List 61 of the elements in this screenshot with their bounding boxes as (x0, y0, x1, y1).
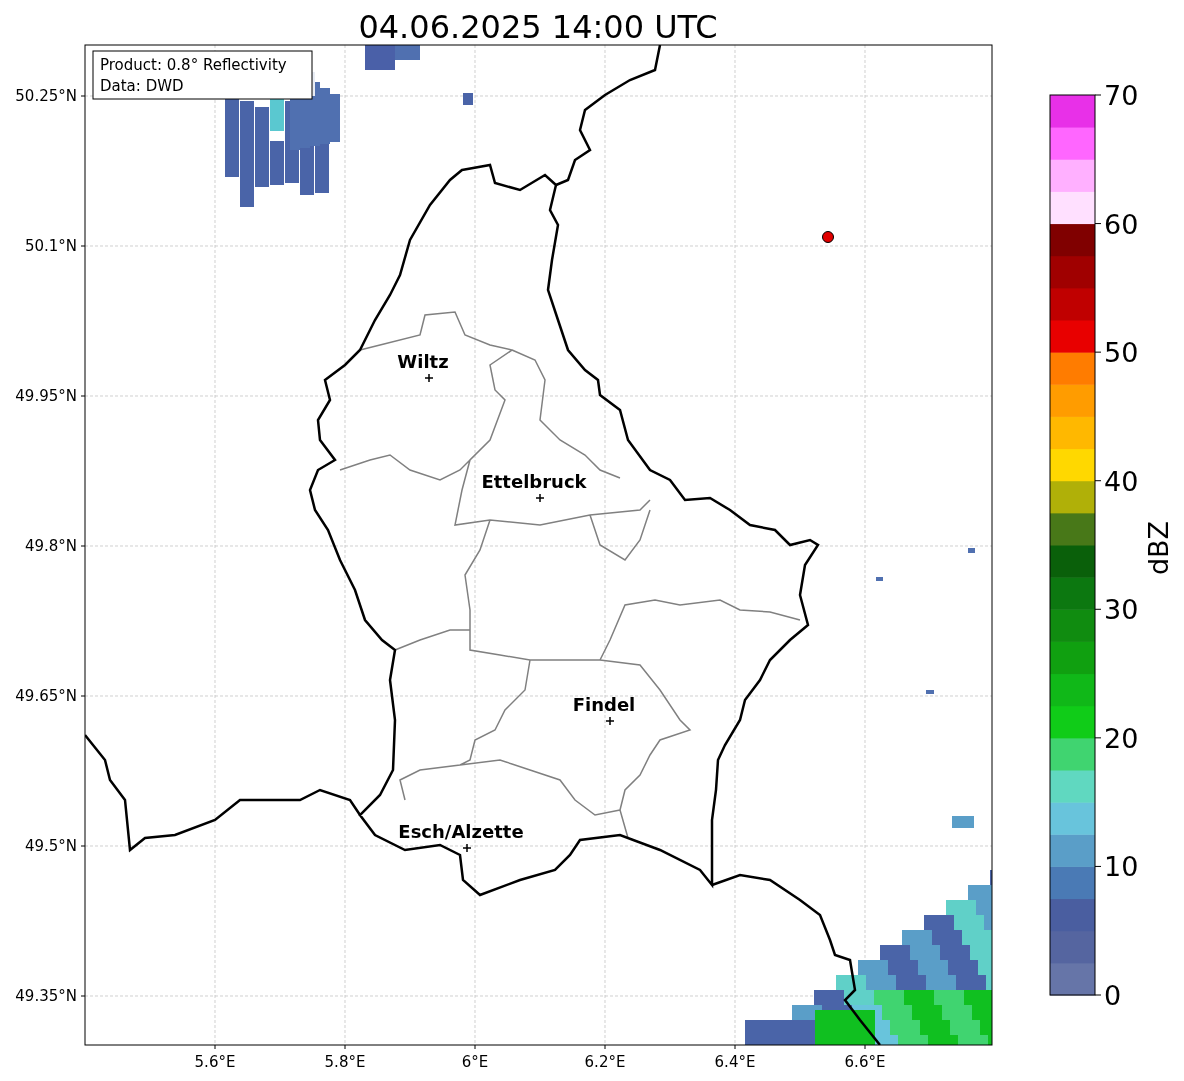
tick-mark (80, 395, 86, 397)
city-marker-icon (462, 843, 472, 853)
axis-tick-label: 50.25°N (15, 87, 77, 105)
axis-tick-label: 5.8°E (324, 1053, 366, 1071)
colorbar-tick-label: 50 (1104, 337, 1139, 369)
axis-tick-label: 6.4°E (714, 1053, 756, 1071)
colorbar-tick-label: 10 (1104, 851, 1139, 883)
tick-mark (1094, 865, 1102, 867)
tick-mark (474, 1044, 476, 1050)
tick-mark (1094, 608, 1102, 610)
colorbar-tick-label: 0 (1104, 980, 1122, 1011)
radar-echo (952, 816, 974, 828)
radar-echo (968, 548, 975, 553)
radar-echo (876, 577, 883, 581)
axis-tick-label: 6.2°E (584, 1053, 626, 1071)
axis-tick-label: 49.65°N (15, 687, 77, 705)
colorbar-tick-label: 20 (1104, 722, 1139, 754)
tick-mark (1094, 737, 1102, 739)
tick-mark (734, 1044, 736, 1050)
tick-mark (1094, 351, 1102, 353)
tick-mark (214, 1044, 216, 1050)
axis-tick-label: 49.5°N (24, 837, 77, 855)
tick-mark (1094, 223, 1102, 225)
city-marker-icon (535, 493, 545, 503)
city-marker-icon (605, 716, 615, 726)
tick-mark (80, 845, 86, 847)
chart-title: 04.06.2025 14:00 UTC (358, 8, 718, 46)
tick-mark (864, 1044, 866, 1050)
axis-tick-label: 5.6°E (194, 1053, 236, 1071)
city-marker-icon (424, 373, 434, 383)
colorbar-tick-label: 60 (1104, 208, 1139, 240)
tick-mark (80, 545, 86, 547)
colorbar-tick-label: 70 (1104, 80, 1139, 111)
axis-tick-label: 49.35°N (15, 987, 77, 1005)
location-dot-icon (822, 231, 834, 243)
axis-tick-label: 49.95°N (15, 387, 77, 405)
tick-mark (1094, 94, 1102, 96)
tick-mark (1094, 994, 1102, 996)
colorbar-label: dBZ (1143, 520, 1174, 576)
axis-tick-label: 6°E (461, 1053, 489, 1071)
axis-tick-label: 6.6°E (844, 1053, 886, 1071)
tick-mark (1094, 480, 1102, 482)
city-label: Esch/Alzette (398, 821, 524, 842)
radar-echo-drawing (365, 45, 420, 70)
tick-mark (80, 995, 86, 997)
info-text: Product: 0.8° Reflectivity (100, 56, 287, 74)
city-label: Wiltz (397, 351, 449, 372)
radar-echo (463, 93, 473, 105)
tick-mark (80, 245, 86, 247)
city-label: Ettelbruck (481, 471, 587, 492)
colorbar-tick-label: 30 (1104, 594, 1139, 626)
tick-mark (344, 1044, 346, 1050)
colorbar-tick-label: 40 (1104, 465, 1139, 497)
axis-tick-label: 49.8°N (24, 537, 77, 555)
radar-echo (926, 690, 934, 694)
tick-mark (80, 95, 86, 97)
axis-tick-label: 50.1°N (24, 237, 77, 255)
city-label: Findel (572, 694, 636, 715)
tick-mark (80, 695, 86, 697)
tick-mark (604, 1044, 606, 1050)
info-text: Data: DWD (100, 77, 184, 95)
